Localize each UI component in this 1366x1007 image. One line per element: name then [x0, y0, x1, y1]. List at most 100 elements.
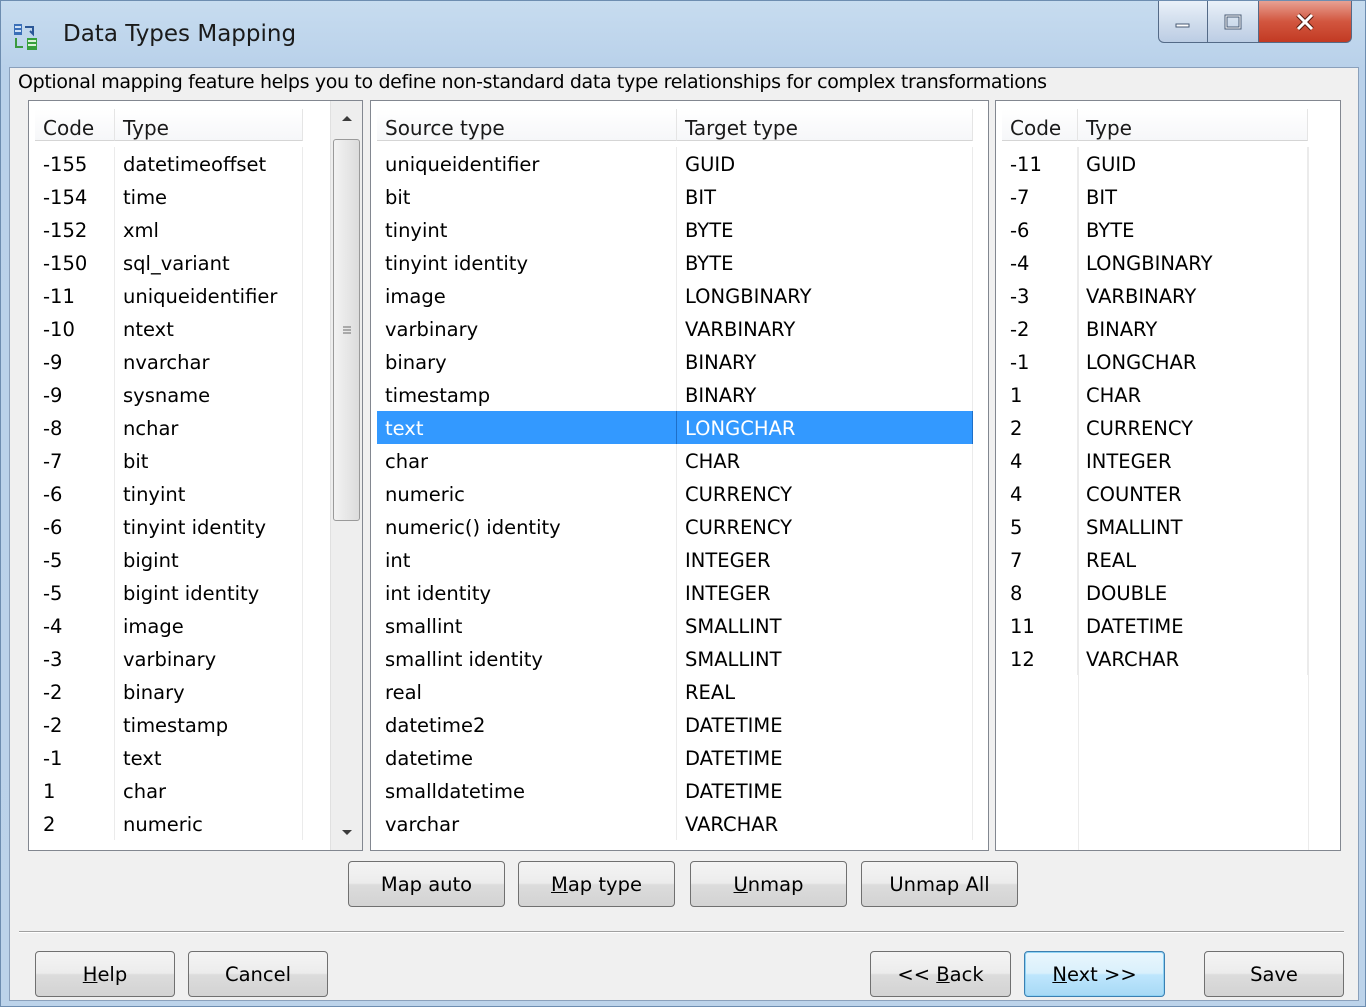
target-type-row[interactable]: 2 CURRENCY [996, 411, 1340, 444]
source-type-column-header[interactable]: Source type [377, 109, 677, 141]
source-type-row[interactable]: -3 varbinary [29, 642, 362, 675]
source-type-row[interactable]: 2 numeric [29, 807, 362, 840]
target-type-row[interactable]: 1 CHAR [996, 378, 1340, 411]
minimize-button[interactable] [1158, 1, 1208, 43]
mapping-row[interactable]: varchar VARCHAR [371, 807, 988, 840]
target-type-row[interactable]: 4 COUNTER [996, 477, 1340, 510]
source-code-header[interactable]: Code [35, 109, 115, 141]
source-types-rows: -155 datetimeoffset -154 time -152 xml -150 sql… [29, 147, 362, 840]
source-type-row[interactable]: -2 timestamp [29, 708, 362, 741]
mapping-row[interactable]: datetime DATETIME [371, 741, 988, 774]
close-button[interactable] [1258, 1, 1352, 43]
source-type-row[interactable]: -6 tinyint identity [29, 510, 362, 543]
unmap-button[interactable]: Unmap [690, 861, 847, 907]
source-type-row[interactable]: -8 nchar [29, 411, 362, 444]
source-type-row[interactable]: -6 tinyint [29, 477, 362, 510]
mapping-row[interactable]: uniqueidentifier GUID [371, 147, 988, 180]
mapping-target-cell: REAL [677, 675, 973, 708]
scroll-down-button[interactable] [331, 816, 362, 850]
mapping-row[interactable]: timestamp BINARY [371, 378, 988, 411]
source-type-row[interactable]: -9 nvarchar [29, 345, 362, 378]
mapping-target-cell: BINARY [677, 378, 973, 411]
source-type-row[interactable]: -1 text [29, 741, 362, 774]
scroll-thumb[interactable] [333, 139, 360, 521]
source-type-row[interactable]: -9 sysname [29, 378, 362, 411]
unmap-all-button[interactable]: Unmap All [861, 861, 1018, 907]
map-auto-button[interactable]: Map auto [348, 861, 505, 907]
mapping-row[interactable]: char CHAR [371, 444, 988, 477]
cancel-button[interactable]: Cancel [188, 951, 328, 997]
target-type-header[interactable]: Type [1078, 109, 1308, 141]
maximize-button[interactable] [1207, 1, 1259, 43]
description-text: Optional mapping feature helps you to de… [18, 71, 1047, 93]
source-type-row[interactable]: -155 datetimeoffset [29, 147, 362, 180]
source-types-list[interactable]: Code Type -155 datetimeoffset -154 time -152… [28, 100, 363, 851]
mapping-target-cell: BYTE [677, 213, 973, 246]
source-type-row[interactable]: -7 bit [29, 444, 362, 477]
source-type-row[interactable]: -11 uniqueidentifier [29, 279, 362, 312]
target-type-row[interactable]: -7 BIT [996, 180, 1340, 213]
target-type-row[interactable]: -4 LONGBINARY [996, 246, 1340, 279]
mapping-row[interactable]: image LONGBINARY [371, 279, 988, 312]
target-type-row[interactable]: -2 BINARY [996, 312, 1340, 345]
target-type-code-cell: -2 [1002, 312, 1078, 345]
mapping-row[interactable]: datetime2 DATETIME [371, 708, 988, 741]
mapping-row[interactable]: tinyint BYTE [371, 213, 988, 246]
source-type-row[interactable]: -5 bigint [29, 543, 362, 576]
source-type-row[interactable]: -150 sql_variant [29, 246, 362, 279]
source-type-row[interactable]: 1 char [29, 774, 362, 807]
target-type-row[interactable]: -1 LONGCHAR [996, 345, 1340, 378]
mapping-row[interactable]: real REAL [371, 675, 988, 708]
target-type-row[interactable]: -6 BYTE [996, 213, 1340, 246]
source-type-row[interactable]: -2 binary [29, 675, 362, 708]
mapping-row[interactable]: smallint SMALLINT [371, 609, 988, 642]
target-type-column-header[interactable]: Target type [677, 109, 973, 141]
mapping-target-cell: INTEGER [677, 543, 973, 576]
source-types-header: Code Type [29, 101, 362, 147]
maximize-icon [1224, 14, 1242, 29]
target-type-row[interactable]: 7 REAL [996, 543, 1340, 576]
source-type-code-cell: 1 [35, 774, 115, 807]
back-button[interactable]: << Back [870, 951, 1011, 997]
source-type-row[interactable]: -10 ntext [29, 312, 362, 345]
target-types-list[interactable]: Code Type -11 GUID -7 BIT -6 BYTE -4 LONGBINARY… [995, 100, 1341, 851]
source-type-row[interactable]: -4 image [29, 609, 362, 642]
mapping-row[interactable]: tinyint identity BYTE [371, 246, 988, 279]
source-scrollbar[interactable] [330, 101, 362, 850]
type-mapping-list[interactable]: Source type Target type uniqueidentifier… [370, 100, 989, 851]
source-type-type-cell: bigint identity [115, 576, 303, 609]
source-type-header[interactable]: Type [115, 109, 303, 141]
mapping-row[interactable]: text LONGCHAR [371, 411, 988, 444]
target-type-row[interactable]: 12 VARCHAR [996, 642, 1340, 675]
mapping-row[interactable]: smallint identity SMALLINT [371, 642, 988, 675]
help-button[interactable]: Help [35, 951, 175, 997]
target-type-row[interactable]: 5 SMALLINT [996, 510, 1340, 543]
mapping-row[interactable]: varbinary VARBINARY [371, 312, 988, 345]
source-type-row[interactable]: -5 bigint identity [29, 576, 362, 609]
mapping-row[interactable]: numeric() identity CURRENCY [371, 510, 988, 543]
map-type-button[interactable]: Map type [518, 861, 675, 907]
target-type-code-cell: -6 [1002, 213, 1078, 246]
target-type-type-cell: BIT [1078, 180, 1308, 213]
source-type-row[interactable]: -152 xml [29, 213, 362, 246]
mapping-row[interactable]: binary BINARY [371, 345, 988, 378]
source-type-row[interactable]: -154 time [29, 180, 362, 213]
target-type-row[interactable]: 8 DOUBLE [996, 576, 1340, 609]
target-type-row[interactable]: -11 GUID [996, 147, 1340, 180]
target-type-row[interactable]: 11 DATETIME [996, 609, 1340, 642]
mapping-row[interactable]: bit BIT [371, 180, 988, 213]
mapping-row[interactable]: int identity INTEGER [371, 576, 988, 609]
target-type-row[interactable]: 4 INTEGER [996, 444, 1340, 477]
source-type-code-cell: -2 [35, 675, 115, 708]
mapping-row[interactable]: numeric CURRENCY [371, 477, 988, 510]
next-button[interactable]: Next >> [1024, 951, 1165, 997]
save-button[interactable]: Save [1204, 951, 1344, 997]
mapping-source-cell: char [377, 444, 677, 477]
target-code-header[interactable]: Code [1002, 109, 1078, 141]
scroll-up-button[interactable] [331, 101, 362, 135]
title-bar: Data Types Mapping [1, 1, 1366, 67]
mapping-row[interactable]: smalldatetime DATETIME [371, 774, 988, 807]
map-type-mnemonic: M [551, 873, 568, 896]
target-type-row[interactable]: -3 VARBINARY [996, 279, 1340, 312]
mapping-row[interactable]: int INTEGER [371, 543, 988, 576]
